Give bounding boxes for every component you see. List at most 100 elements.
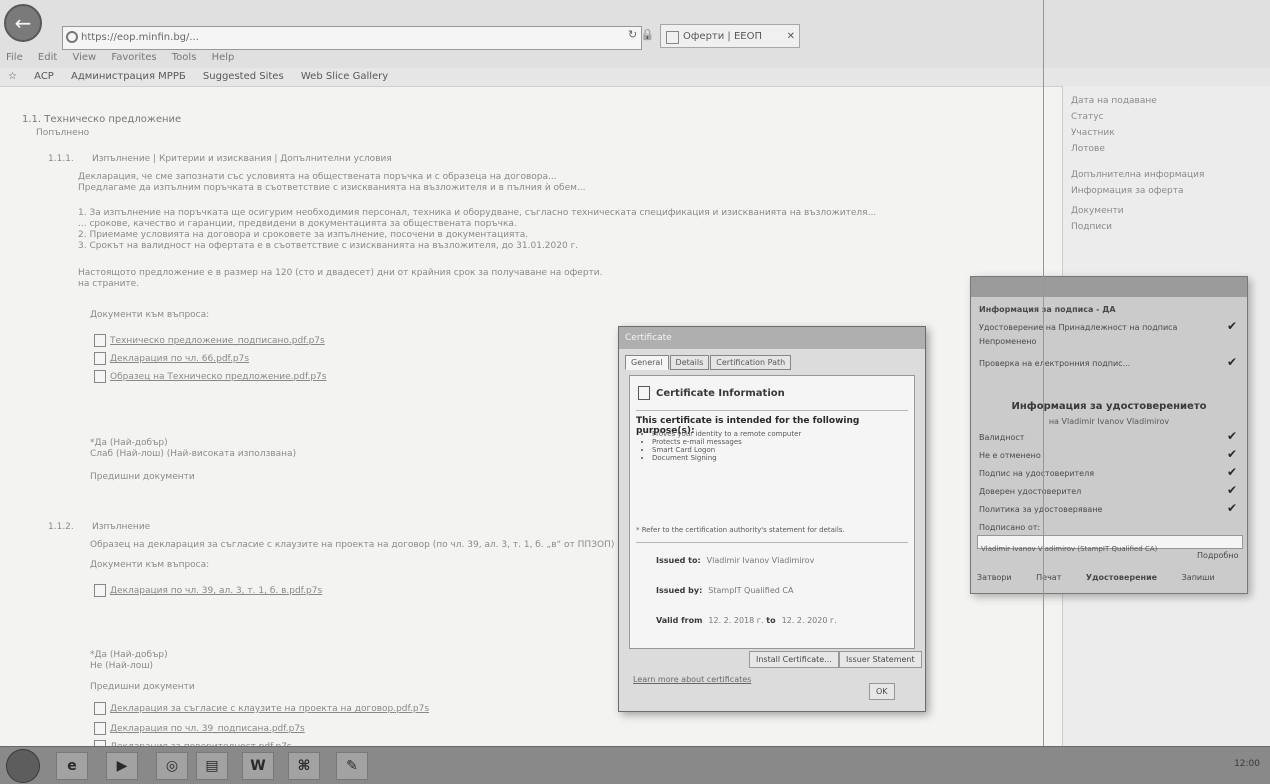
sidebar-item[interactable]: Лотове	[1071, 144, 1105, 154]
dialog-buttons: Затвори Печат Удостоверение Запиши	[977, 573, 1237, 582]
ie-taskbar-icon[interactable]: e	[56, 752, 88, 780]
dialog-title: Информация за подписа - ДА	[979, 305, 1116, 314]
document-link[interactable]: Техническо предложение_подписано.pdf.p7s	[94, 334, 325, 347]
word-taskbar-icon[interactable]: W	[242, 752, 274, 780]
browser-tab[interactable]: Оферти | ЕЕОП ✕	[660, 24, 800, 48]
signed-by-value: Vladimir Ivanov Vladimirov (StampIT Qual…	[981, 545, 1158, 553]
prev-docs-label[interactable]: Предишни документи	[90, 682, 195, 692]
document-icon	[94, 722, 106, 735]
document-icon	[94, 702, 106, 715]
answer-option: Слаб (Най-лош) (Най-високата използвана)	[90, 449, 297, 459]
sidebar-item[interactable]: Участник	[1071, 128, 1115, 138]
certificate-dialog: Certificate General Details Certification …	[618, 326, 926, 712]
menu-view[interactable]: View	[72, 52, 96, 63]
section-title[interactable]: 1.1. Техническо предложение	[22, 114, 181, 125]
issuer-statement-button[interactable]: Issuer Statement	[839, 651, 922, 668]
favorites-bar: ☆ ACP Администрация МРРБ Suggested Sites…	[0, 68, 1270, 87]
tab-favicon	[666, 31, 679, 44]
sig-check-row: Проверка на електронния подпис...	[979, 359, 1131, 368]
item-number: 1.1.2.	[48, 522, 74, 532]
ok-button[interactable]: OK	[869, 683, 895, 700]
cert-check-row: Доверен удостоверител	[979, 487, 1082, 496]
docs-label: Документи към въпроса:	[90, 310, 210, 320]
app-taskbar-icon[interactable]: ⌘	[288, 752, 320, 780]
certificate-button[interactable]: Удостоверение	[1086, 573, 1157, 582]
explorer-taskbar-icon[interactable]: ▤	[196, 752, 228, 780]
details-button[interactable]: Подробно	[1197, 551, 1238, 560]
purpose-item: Proves your identity to a remote compute…	[652, 430, 801, 438]
tab-close-icon[interactable]: ✕	[787, 25, 795, 49]
section-sub: Попълнено	[36, 128, 90, 138]
tab-general[interactable]: General	[625, 355, 669, 370]
purpose-item: Protects e-mail messages	[652, 438, 801, 446]
scan-fold-line	[1043, 0, 1044, 783]
sidebar-item[interactable]: Подписи	[1071, 222, 1112, 232]
install-certificate-button[interactable]: Install Certificate...	[749, 651, 839, 668]
close-button[interactable]: Затвори	[977, 573, 1012, 582]
prev-docs-label[interactable]: Предишни документи	[90, 472, 195, 482]
menu-tools[interactable]: Tools	[172, 52, 197, 63]
sidebar-item[interactable]: Допълнителна информация	[1071, 170, 1204, 180]
tab-details[interactable]: Details	[669, 355, 710, 370]
check-icon: ✔	[1226, 483, 1237, 497]
refresh-icon[interactable]: ↻	[628, 28, 637, 41]
cert-check-row: Политика за удостоверяване	[979, 505, 1103, 514]
fav-suggested[interactable]: Suggested Sites	[203, 71, 284, 82]
chrome-taskbar-icon[interactable]: ◎	[156, 752, 188, 780]
item-tabs[interactable]: Изпълнение | Критерии и изисквания | Доп…	[92, 154, 392, 164]
fav-webslice[interactable]: Web Slice Gallery	[301, 71, 388, 82]
refer-note: * Refer to the certification authority's…	[636, 526, 845, 534]
start-button[interactable]	[6, 749, 40, 783]
item-paragraph: 3. Срокът на валидност на офертата е в с…	[78, 241, 579, 251]
cert-heading: Certificate Information	[638, 386, 785, 400]
address-url: https://eop.minfin.bg/...	[81, 32, 199, 43]
menu-file[interactable]: File	[6, 52, 23, 63]
info-subtitle: на Vladimir Ivanov Vladimirov	[1048, 417, 1170, 426]
save-button[interactable]: Запиши	[1182, 573, 1215, 582]
fav-mrrb[interactable]: Администрация МРРБ	[71, 71, 186, 82]
signed-by-label: Подписано от:	[979, 523, 1041, 532]
sidebar-item[interactable]: Дата на подаване	[1071, 96, 1157, 106]
tab-certification-path[interactable]: Certification Path	[710, 355, 792, 370]
document-icon	[94, 370, 106, 383]
media-taskbar-icon[interactable]: ▶	[106, 752, 138, 780]
check-icon: ✔	[1226, 355, 1237, 369]
menu-favorites[interactable]: Favorites	[111, 52, 156, 63]
print-button[interactable]: Печат	[1036, 573, 1061, 582]
menu-edit[interactable]: Edit	[38, 52, 57, 63]
divider	[636, 542, 908, 543]
cert-check-row: Подпис на удостоверителя	[979, 469, 1095, 478]
document-link[interactable]: Декларация по чл. 39_подписана.pdf.p7s	[94, 722, 305, 735]
paint-taskbar-icon[interactable]: ✎	[336, 752, 368, 780]
check-icon: ✔	[1226, 447, 1237, 461]
check-icon: ✔	[1226, 501, 1237, 515]
signed-by-field: Vladimir Ivanov Vladimirov (StampIT Qual…	[977, 535, 1243, 553]
dialog-titlebar[interactable]	[971, 277, 1247, 297]
sidebar-item[interactable]: Документи	[1071, 206, 1124, 216]
document-link[interactable]: Образец на Техническо предложение.pdf.p7…	[94, 370, 326, 383]
menu-help[interactable]: Help	[212, 52, 235, 63]
signature-dialog: Информация за подписа - ДА Удостоверение…	[970, 276, 1248, 594]
purpose-item: Document Signing	[652, 454, 801, 462]
sidebar-item[interactable]: Информация за оферта	[1071, 186, 1183, 196]
certificate-panel: Certificate Information This certificate…	[629, 375, 915, 649]
purpose-item: Smart Card Logon	[652, 446, 801, 454]
document-link[interactable]: Декларация по чл. 66.pdf.p7s	[94, 352, 249, 365]
purpose-list: Proves your identity to a remote compute…	[644, 430, 801, 462]
item-paragraph: 2. Приемаме условията на договора и срок…	[78, 230, 529, 240]
ie-icon	[66, 31, 78, 43]
star-icon[interactable]: ☆	[8, 71, 17, 82]
address-tools[interactable]: ↻ 🔒	[628, 28, 654, 41]
item-tabs[interactable]: Изпълнение	[92, 522, 150, 532]
document-link[interactable]: Декларация за съгласие с клаузите на про…	[94, 702, 429, 715]
dialog-titlebar[interactable]: Certificate	[619, 327, 925, 349]
dialog-tabs: General Details Certification Path	[625, 355, 792, 370]
fav-acp[interactable]: ACP	[34, 71, 54, 82]
address-bar[interactable]: https://eop.minfin.bg/...	[62, 26, 642, 50]
document-link[interactable]: Декларация по чл. 39, ал. 3, т. 1, б. в.…	[94, 584, 322, 597]
sidebar-item[interactable]: Статус	[1071, 112, 1104, 122]
system-tray-clock[interactable]: 12:00	[1234, 759, 1260, 769]
back-button[interactable]: ←	[4, 4, 42, 42]
taskbar: e ▶ ◎ ▤ W ⌘ ✎ 12:00	[0, 746, 1270, 784]
learn-more-link[interactable]: Learn more about certificates	[633, 675, 751, 684]
